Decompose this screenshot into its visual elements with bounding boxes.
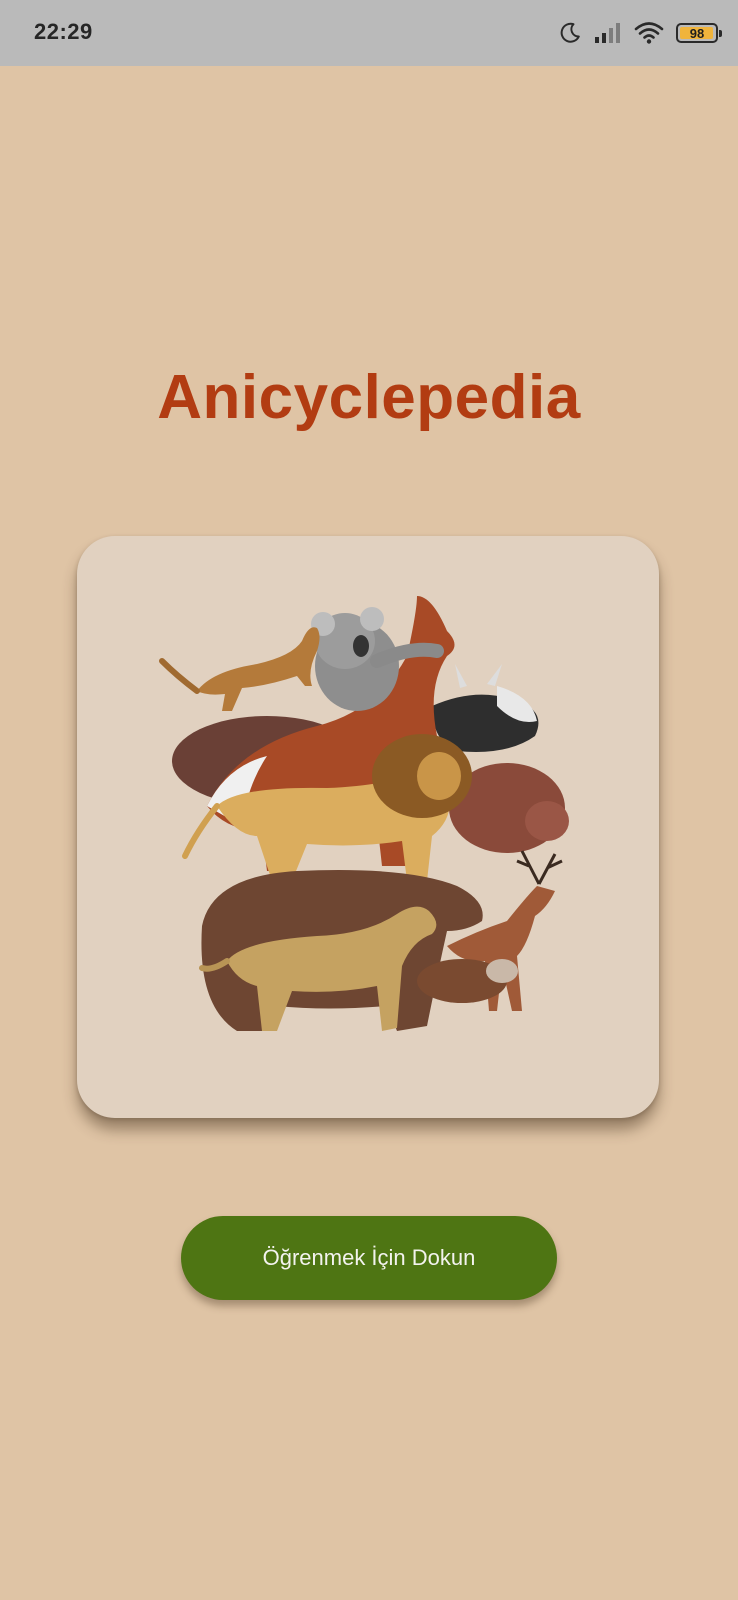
status-time: 22:29 — [34, 19, 93, 44]
learn-button[interactable]: Öğrenmek İçin Dokun — [181, 1216, 557, 1300]
battery-level: 98 — [689, 25, 705, 41]
status-bar: 22:29 98 — [0, 0, 738, 66]
hero-card — [77, 536, 659, 1118]
animals-collage-image — [159, 596, 569, 1031]
moon-icon — [560, 22, 580, 43]
cat-figure — [159, 627, 320, 711]
cellular-signal-icon — [595, 23, 620, 43]
status-icons: 98 — [558, 20, 722, 46]
wifi-icon — [634, 22, 664, 44]
battery-cap — [719, 30, 722, 37]
bull-figure — [432, 664, 539, 752]
app-title: Anicyclepedia — [157, 363, 581, 432]
battery-icon: 98 — [676, 23, 722, 43]
ferret-figure — [417, 959, 518, 1003]
